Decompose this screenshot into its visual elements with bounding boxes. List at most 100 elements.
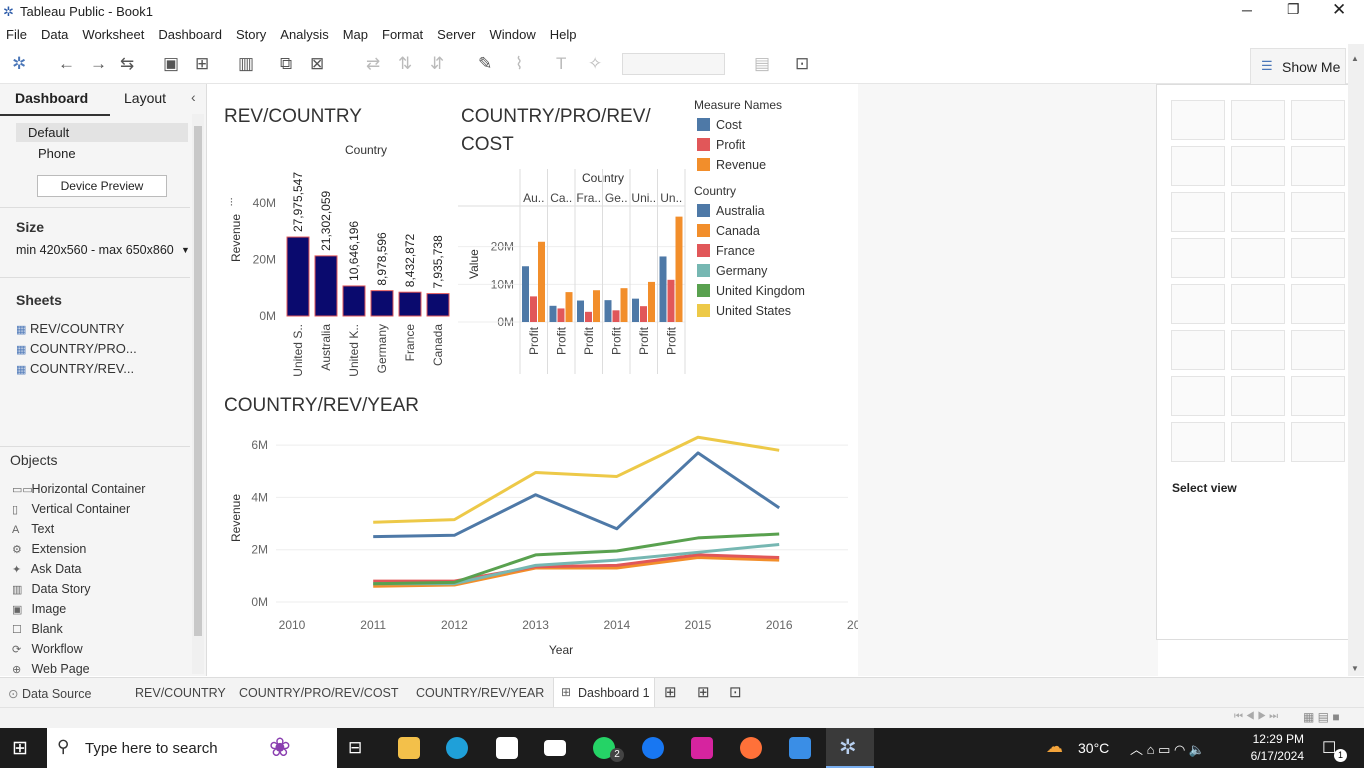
show-me-button[interactable]: ☰ Show Me [1250, 48, 1346, 84]
tab-data-source[interactable]: ⊙ Data Source [8, 686, 91, 701]
menu-format[interactable]: Format [382, 27, 423, 42]
show-me-chart-type[interactable] [1291, 376, 1345, 416]
menu-server[interactable]: Server [437, 27, 475, 42]
menu-story[interactable]: Story [236, 27, 266, 42]
menu-file[interactable]: File [6, 27, 27, 42]
file-explorer-icon[interactable] [398, 737, 420, 759]
menu-data[interactable]: Data [41, 27, 68, 42]
swap-icon[interactable]: ⇄ [366, 54, 380, 74]
duplicate-sheet-icon[interactable]: ⧉ [280, 54, 292, 74]
presentation-icon[interactable]: ⊡ [795, 54, 809, 74]
object-item[interactable]: ⚙ Extension [12, 542, 86, 556]
replay-icon[interactable]: ⇆ [120, 54, 134, 74]
facebook-icon[interactable] [642, 737, 664, 759]
maximize-icon[interactable]: ❐ [1287, 1, 1300, 18]
windows-start-icon[interactable]: ⊞ [12, 737, 28, 760]
show-me-chart-type[interactable] [1171, 146, 1225, 186]
show-me-chart-type[interactable] [1231, 376, 1285, 416]
object-item[interactable]: ▣ Image [12, 602, 66, 616]
store-icon[interactable] [496, 737, 518, 759]
firefox-icon[interactable] [740, 737, 762, 759]
highlight-icon[interactable]: ✎ [478, 54, 492, 74]
scrollbar-thumb[interactable] [194, 126, 202, 636]
close-icon[interactable]: ✕ [1332, 0, 1346, 20]
new-story-icon[interactable]: ⊡ [729, 683, 742, 701]
taskbar-search[interactable]: ⚲ Type here to search ❀ [47, 728, 337, 768]
show-me-chart-type[interactable] [1231, 330, 1285, 370]
device-preview-button[interactable]: Device Preview [37, 175, 167, 197]
sheet-item[interactable]: ▦ COUNTRY/PRO... [16, 341, 137, 356]
chevron-down-icon[interactable]: ▼ [181, 245, 190, 255]
right-scrollbar[interactable]: ▲ ▼ [1348, 44, 1364, 676]
card-icon[interactable]: ▤ [754, 54, 770, 74]
tab-dashboard[interactable]: Dashboard [15, 90, 88, 106]
device-phone[interactable]: Phone [38, 146, 76, 161]
menu-map[interactable]: Map [343, 27, 368, 42]
tab-country-rev-year[interactable]: COUNTRY/REV/YEAR [416, 686, 544, 700]
object-item[interactable]: ☐ Blank [12, 622, 63, 636]
fit-dropdown[interactable] [622, 53, 725, 75]
panel-scrollbar[interactable] [192, 114, 204, 674]
sheet-item[interactable]: ▦ REV/COUNTRY [16, 321, 124, 336]
new-worksheet-icon[interactable]: ⊞ [664, 683, 677, 701]
undo-icon[interactable]: ← [58, 54, 75, 74]
show-me-chart-type[interactable] [1171, 192, 1225, 232]
show-me-chart-type[interactable] [1231, 192, 1285, 232]
menu-window[interactable]: Window [489, 27, 535, 42]
object-item[interactable]: ▯ Vertical Container [12, 502, 130, 516]
redo-icon[interactable]: → [90, 54, 107, 74]
labels-icon[interactable]: T [556, 54, 566, 74]
menu-dashboard[interactable]: Dashboard [158, 27, 222, 42]
task-view-icon[interactable]: ⊟ [348, 738, 362, 758]
scroll-up-icon[interactable]: ▲ [1351, 54, 1359, 63]
size-dropdown[interactable]: min 420x560 - max 650x860 [16, 243, 174, 257]
show-me-chart-type[interactable] [1291, 192, 1345, 232]
show-me-chart-type[interactable] [1171, 284, 1225, 324]
new-datasource-icon[interactable]: ⊞ [195, 54, 209, 74]
tab-layout[interactable]: Layout [124, 90, 166, 106]
show-me-chart-type[interactable] [1291, 238, 1345, 278]
show-me-chart-type[interactable] [1231, 100, 1285, 140]
object-item[interactable]: ⟳ Workflow [12, 642, 83, 656]
tab-rev-country[interactable]: REV/COUNTRY [135, 686, 226, 700]
device-default[interactable]: Default [16, 123, 188, 142]
view-toggle-icons[interactable]: ▦ ▤ ■ [1303, 710, 1340, 724]
collapse-icon[interactable]: ‹ [191, 89, 196, 105]
mail-icon[interactable] [544, 740, 566, 756]
object-item[interactable]: ✦ Ask Data [12, 562, 82, 576]
sheet-nav-icons[interactable]: ⏮ ◀ ▶ ⏭ [1234, 711, 1278, 722]
edge-icon[interactable] [446, 737, 468, 759]
save-icon[interactable]: ▣ [163, 54, 179, 74]
object-item[interactable]: ⊕ Web Page [12, 662, 90, 676]
photos-icon[interactable] [789, 737, 811, 759]
tray-icons[interactable]: ︿ ⌂ ▭ ◠ 🔈 [1130, 739, 1205, 758]
menu-help[interactable]: Help [550, 27, 577, 42]
sort-desc-icon[interactable]: ⇵ [430, 54, 444, 74]
show-me-chart-type[interactable] [1171, 330, 1225, 370]
show-me-chart-type[interactable] [1231, 146, 1285, 186]
show-me-chart-type[interactable] [1171, 238, 1225, 278]
show-me-chart-type[interactable] [1291, 422, 1345, 462]
instagram-icon[interactable] [691, 737, 713, 759]
show-me-chart-type[interactable] [1291, 330, 1345, 370]
tableau-home-icon[interactable]: ✲ [12, 54, 26, 74]
menu-analysis[interactable]: Analysis [280, 27, 328, 42]
pin-icon[interactable]: ✧ [588, 54, 602, 74]
object-item[interactable]: ▥ Data Story [12, 582, 91, 596]
menu-worksheet[interactable]: Worksheet [82, 27, 144, 42]
sort-asc-icon[interactable]: ⇅ [398, 54, 412, 74]
sheet-item[interactable]: ▦ COUNTRY/REV... [16, 361, 134, 376]
show-me-chart-type[interactable] [1231, 238, 1285, 278]
tab-dashboard-1[interactable]: ⊞ Dashboard 1 [553, 678, 655, 708]
object-item[interactable]: A Text [12, 522, 54, 536]
show-me-chart-type[interactable] [1231, 422, 1285, 462]
show-me-chart-type[interactable] [1291, 284, 1345, 324]
clock-time[interactable]: 12:29 PM [1252, 732, 1304, 746]
show-me-chart-type[interactable] [1171, 422, 1225, 462]
minimize-icon[interactable]: ─ [1242, 2, 1252, 18]
clock-date[interactable]: 6/17/2024 [1244, 749, 1304, 763]
tableau-taskbar-button[interactable]: ✲ [826, 728, 874, 768]
object-item[interactable]: ▭▭ Horizontal Container [12, 482, 145, 496]
clear-sheet-icon[interactable]: ⊠ [310, 54, 324, 74]
show-me-chart-type[interactable] [1291, 100, 1345, 140]
